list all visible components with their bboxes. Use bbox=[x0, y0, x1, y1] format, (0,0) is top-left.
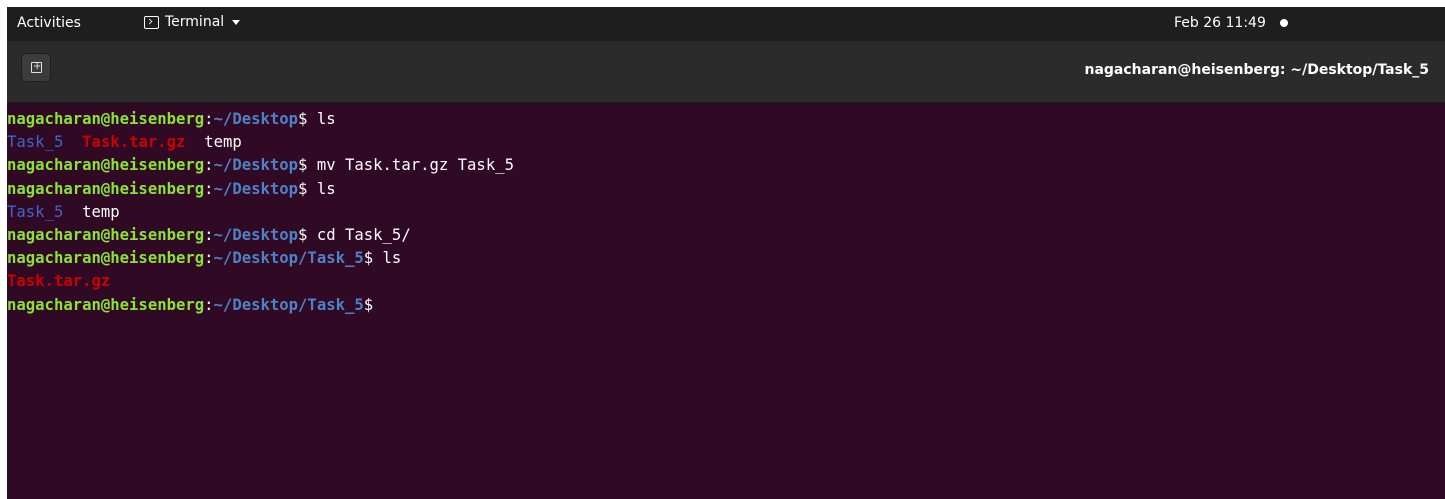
archive-entry: Task.tar.gz bbox=[82, 133, 186, 152]
command-text: ls bbox=[316, 110, 336, 128]
caret-down-icon bbox=[232, 19, 241, 25]
window-title: nagacharan@heisenberg: ~/Desktop/Task_5 bbox=[1084, 62, 1429, 78]
prompt-line: nagacharan@heisenberg:~/Desktop$ ls bbox=[7, 178, 1445, 201]
terminal-icon bbox=[144, 15, 159, 29]
prompt-separator: : bbox=[204, 225, 214, 244]
output-line: Task_5 Task.tar.gz temp bbox=[7, 131, 1445, 154]
prompt-path: ~/Desktop bbox=[213, 225, 299, 244]
prompt-user: nagacharan@heisenberg bbox=[7, 249, 205, 268]
app-menu-label: Terminal bbox=[165, 14, 225, 30]
command-text: ls bbox=[382, 249, 402, 268]
prompt-separator: : bbox=[204, 249, 214, 268]
new-tab-button[interactable]: + bbox=[21, 53, 51, 82]
prompt-path: ~/Desktop bbox=[213, 156, 299, 175]
prompt-line: nagacharan@heisenberg:~/Desktop$ cd Task… bbox=[7, 224, 1445, 247]
directory-entry: Task_5 bbox=[7, 202, 64, 221]
notification-dot-icon bbox=[1279, 19, 1288, 27]
plus-icon: + bbox=[33, 61, 42, 72]
prompt-separator: : bbox=[204, 156, 214, 175]
activities-button[interactable]: Activities bbox=[17, 15, 81, 31]
prompt-user: nagacharan@heisenberg bbox=[7, 295, 205, 314]
archive-entry: Task.tar.gz bbox=[7, 272, 111, 291]
prompt-dollar: $ bbox=[298, 179, 317, 198]
prompt-separator: : bbox=[204, 110, 214, 128]
prompt-path: ~/Desktop bbox=[213, 110, 299, 128]
prompt-dollar: $ bbox=[363, 249, 383, 268]
prompt-line: nagacharan@heisenberg:~/Desktop/Task_5$ bbox=[7, 294, 1445, 317]
prompt-separator: : bbox=[204, 179, 214, 198]
app-menu-terminal[interactable]: Terminal bbox=[144, 14, 241, 30]
terminal-output[interactable]: nagacharan@heisenberg:~/Desktop$ ls Task_… bbox=[7, 108, 1445, 317]
command-text: mv Task.tar.gz Task_5 bbox=[316, 156, 514, 175]
prompt-dollar: $ bbox=[298, 225, 317, 244]
prompt-path: ~/Desktop bbox=[213, 179, 299, 198]
prompt-dollar: $ bbox=[298, 110, 317, 128]
prompt-user: nagacharan@heisenberg bbox=[7, 156, 205, 175]
prompt-line: nagacharan@heisenberg:~/Desktop/Task_5$ … bbox=[7, 247, 1445, 270]
command-text: ls bbox=[316, 179, 336, 198]
command-text: cd Task_5/ bbox=[316, 225, 411, 244]
clock-label: Feb 26 11:49 bbox=[1174, 15, 1266, 31]
prompt-dollar: $ bbox=[298, 156, 317, 175]
output-line: Task_5 temp bbox=[7, 201, 1445, 224]
screen: Activities Terminal Feb 26 11:49 + nagac… bbox=[7, 7, 1445, 499]
file-entry: temp bbox=[204, 133, 242, 152]
file-entry: temp bbox=[82, 202, 120, 221]
top-bar: Activities Terminal Feb 26 11:49 bbox=[7, 7, 1445, 41]
directory-entry: Task_5 bbox=[7, 133, 64, 152]
clock[interactable]: Feb 26 11:49 bbox=[1174, 15, 1288, 31]
prompt-line: nagacharan@heisenberg:~/Desktop$ mv Task… bbox=[7, 154, 1445, 177]
prompt-line: nagacharan@heisenberg:~/Desktop$ ls bbox=[7, 108, 1445, 131]
prompt-dollar: $ bbox=[363, 295, 374, 314]
prompt-separator: : bbox=[204, 295, 214, 314]
output-line: Task.tar.gz bbox=[7, 270, 1445, 293]
prompt-user: nagacharan@heisenberg bbox=[7, 225, 205, 244]
prompt-path: ~/Desktop/Task_5 bbox=[213, 295, 364, 314]
window-header: + nagacharan@heisenberg: ~/Desktop/Task_… bbox=[7, 41, 1445, 103]
prompt-path: ~/Desktop/Task_5 bbox=[213, 249, 364, 268]
prompt-user: nagacharan@heisenberg bbox=[7, 179, 205, 198]
prompt-user: nagacharan@heisenberg bbox=[7, 110, 205, 128]
